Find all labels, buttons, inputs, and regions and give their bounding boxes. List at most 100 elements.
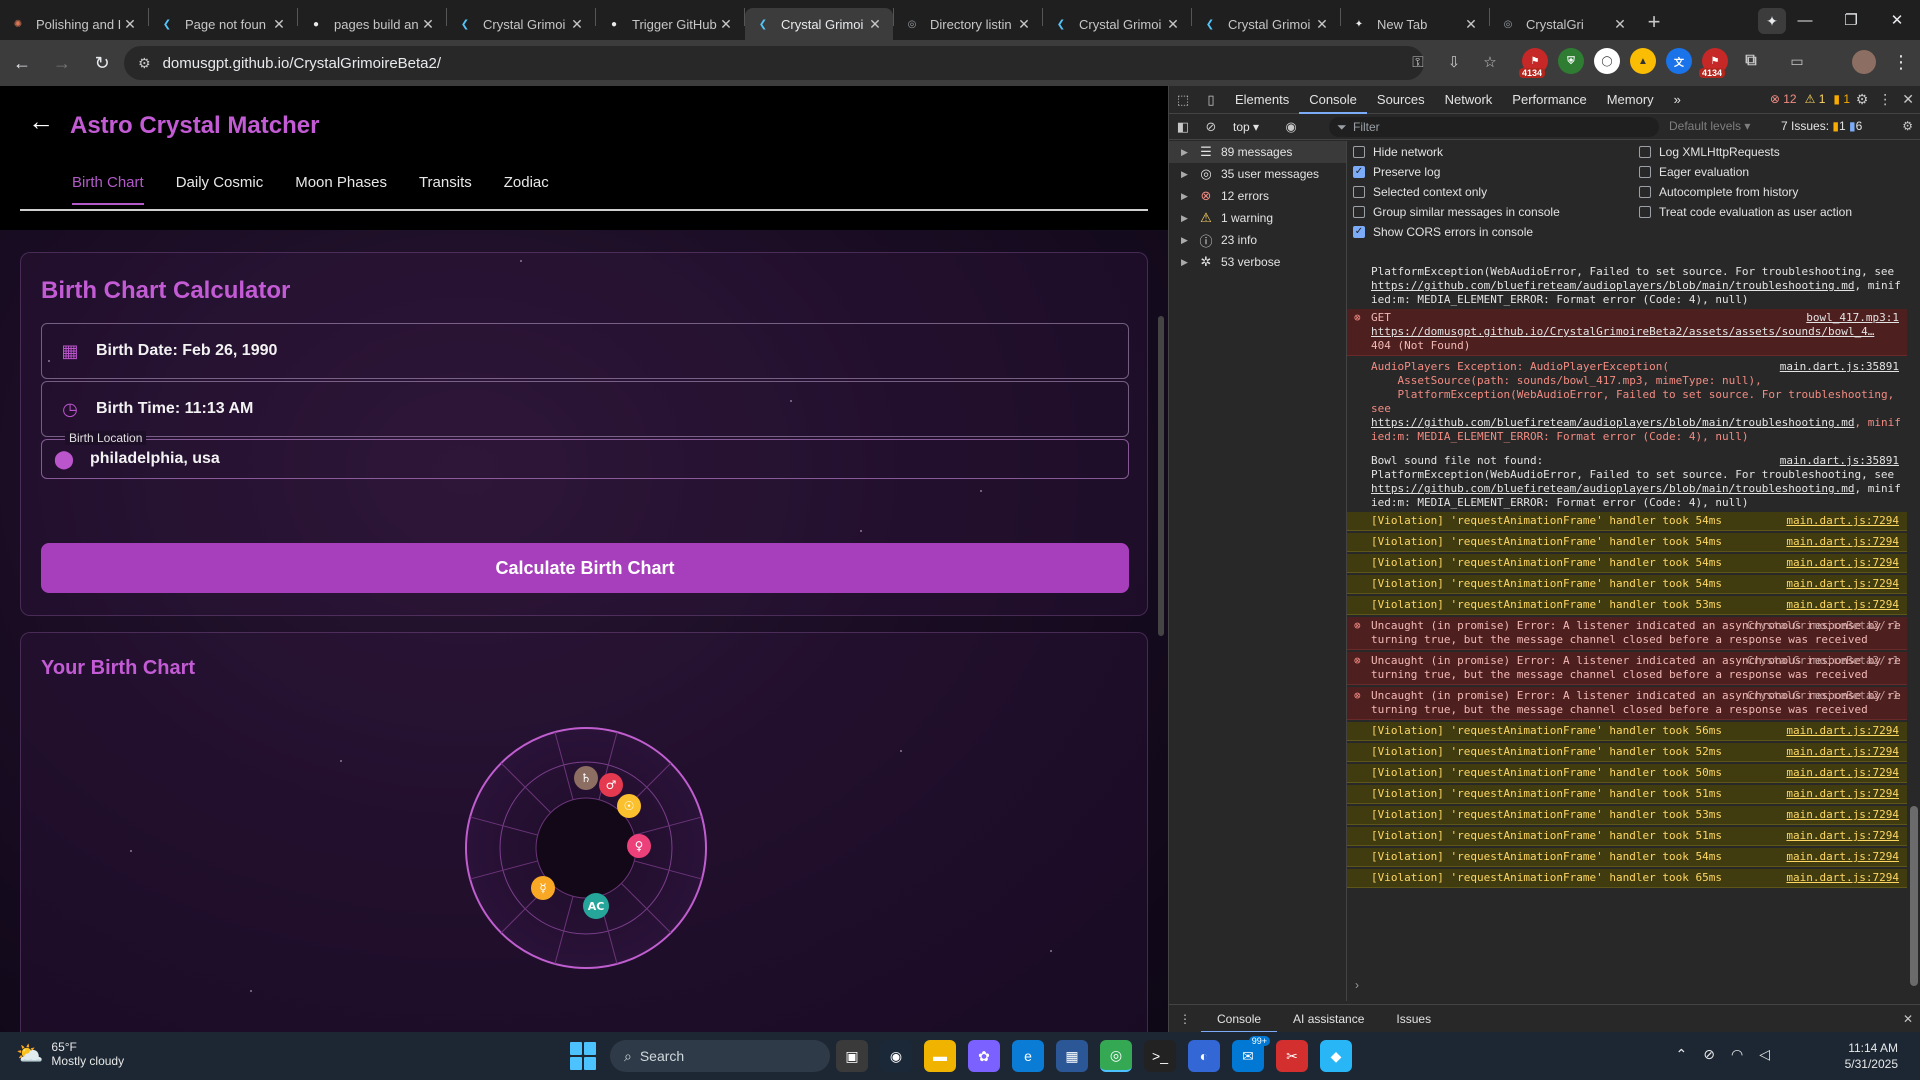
treat-code-eval-checkbox[interactable]: Treat code evaluation as user action [1639,205,1852,219]
browser-tab[interactable]: ❮ Crystal Grimoi ✕ [1192,8,1340,40]
volume-icon[interactable]: ◁ [1759,1046,1770,1063]
network-off-icon[interactable]: ⊘ [1703,1046,1715,1063]
tab-close-icon[interactable]: ✕ [1165,16,1181,33]
app-icon[interactable]: ◐ [1188,1040,1220,1072]
store-icon[interactable]: ▦ [1056,1040,1088,1072]
drive-extension-icon[interactable]: ▲ [1630,48,1656,74]
browser-tab[interactable]: ✺ Polishing and I ✕ [0,8,148,40]
windows-start-icon[interactable] [570,1042,598,1070]
install-app-icon[interactable]: ⇩ [1441,50,1467,76]
birth-location-input[interactable]: ⬤ philadelphia, usa [41,439,1129,479]
source-link[interactable]: main.dart.js:7294 [1786,598,1899,612]
preserve-log-checkbox[interactable]: ✓ Preserve log [1353,165,1440,179]
issues-button[interactable]: 7 Issues: ▮1 ▮6 [1781,119,1862,133]
console-settings-icon[interactable]: ⚙ [1902,119,1913,133]
device-toolbar-icon[interactable]: ▯ [1197,92,1225,108]
troubleshooting-link[interactable]: https://github.com/bluefireteam/audiopla… [1371,482,1854,495]
sidebar-item-verbose[interactable]: ▶ ✲ 53 verbose [1169,251,1346,273]
extension-badge-icon-2[interactable]: ⚑ 4134 [1699,48,1728,78]
tab-close-icon[interactable]: ✕ [569,16,585,33]
sidebar-item-warnings[interactable]: ▶ ⚠ 1 warning [1169,207,1346,229]
tab-moon-phases[interactable]: Moon Phases [295,174,387,205]
taskbar-search[interactable]: ⌕ Search [610,1040,830,1072]
source-link[interactable]: main.dart.js:7294 [1786,766,1899,780]
source-link[interactable]: CrystalGrimoireBeta2/:1 [1747,689,1899,703]
venus-marker[interactable]: ♀ [627,834,651,858]
source-link[interactable]: main.dart.js:7294 [1786,577,1899,591]
source-link[interactable]: main.dart.js:7294 [1786,514,1899,528]
weather-widget[interactable]: ⛅ 65°F Mostly cloudy [16,1040,124,1068]
tab-elements[interactable]: Elements [1225,86,1299,114]
inspect-element-icon[interactable]: ⬚ [1169,92,1197,108]
back-icon[interactable]: ← [4,53,40,74]
browser-tab[interactable]: ❮ Page not foun ✕ [149,8,297,40]
console-prompt[interactable]: › [1355,978,1359,992]
drawer-tab-console[interactable]: Console [1201,1005,1278,1033]
tab-close-icon[interactable]: ✕ [1463,16,1479,33]
terminal-icon[interactable]: >_ [1144,1040,1176,1072]
source-link[interactable]: main.dart.js:7294 [1786,724,1899,738]
source-link[interactable]: CrystalGrimoireBeta2/:1 [1747,654,1899,668]
calculate-birth-chart-button[interactable]: Calculate Birth Chart [41,543,1129,593]
eager-eval-checkbox[interactable]: Eager evaluation [1639,165,1749,179]
live-expression-eye-icon[interactable]: ◉ [1277,119,1305,135]
log-levels-dropdown[interactable]: Default levels ▾ [1669,119,1750,133]
snipping-tool-icon[interactable]: ✂ [1276,1040,1308,1072]
app-scrollbar[interactable] [1158,316,1164,636]
browser-tab[interactable]: ❮ Crystal Grimoi ✕ [447,8,595,40]
tab-transits[interactable]: Transits [419,174,472,205]
source-link[interactable]: main.dart.js:7294 [1786,535,1899,549]
source-link[interactable]: bowl_417.mp3:1 [1806,311,1899,325]
tab-close-icon[interactable]: ✕ [271,16,287,33]
bookmark-star-icon[interactable]: ☆ [1477,50,1503,76]
troubleshooting-link[interactable]: https://github.com/bluefireteam/audiopla… [1371,416,1854,429]
group-similar-checkbox[interactable]: Group similar messages in console [1353,205,1560,219]
tab-sources[interactable]: Sources [1367,86,1435,114]
clock[interactable]: 11:14 AM 5/31/2025 [1845,1040,1898,1072]
browser-tab[interactable]: ✦ New Tab ✕ [1341,8,1489,40]
show-cors-checkbox[interactable]: ✓ Show CORS errors in console [1353,225,1533,239]
scroll-thumb[interactable] [1910,806,1918,986]
password-key-icon[interactable]: ⚿ [1405,50,1431,76]
source-link[interactable]: main.dart.js:7294 [1786,787,1899,801]
browser-menu-icon[interactable]: ⋮ [1892,52,1910,73]
tab-memory[interactable]: Memory [1597,86,1664,114]
clear-console-icon[interactable]: ⊘ [1197,119,1225,135]
tab-daily-cosmic[interactable]: Daily Cosmic [176,174,264,205]
browser-tab[interactable]: ◎ Directory listin ✕ [894,8,1042,40]
mars-marker[interactable]: ♂ [599,773,623,797]
browser-tab[interactable]: ❮ Crystal Grimoi ✕ [1043,8,1191,40]
mail-icon[interactable]: ✉ 99+ [1232,1036,1270,1072]
source-link[interactable]: main.dart.js:7294 [1786,556,1899,570]
reload-icon[interactable]: ↻ [84,53,120,74]
browser-tab[interactable]: ● pages build an ✕ [298,8,446,40]
source-link[interactable]: main.dart.js:7294 [1786,808,1899,822]
forward-icon[interactable]: → [44,53,80,74]
hide-network-checkbox[interactable]: Hide network [1353,145,1443,159]
source-link[interactable]: main.dart.js:35891 [1780,360,1899,374]
drawer-close-icon[interactable]: ✕ [1903,1012,1913,1026]
side-panel-icon[interactable]: ▭ [1784,48,1810,74]
task-view-icon[interactable]: ▣ [836,1040,868,1072]
shield-extension-icon[interactable]: ⛨ [1558,48,1584,74]
tab-close-icon[interactable]: ✕ [122,16,138,33]
more-tabs-icon[interactable]: » [1664,86,1691,114]
drawer-tab-issues[interactable]: Issues [1380,1005,1447,1033]
site-info-icon[interactable]: ⚙ [138,55,151,72]
new-tab-button[interactable]: + [1638,9,1670,35]
source-link[interactable]: main.dart.js:7294 [1786,871,1899,885]
sidebar-item-user-messages[interactable]: ▶ ◎ 35 user messages [1169,163,1346,185]
tab-birth-chart[interactable]: Birth Chart [72,174,144,205]
devtools-close-icon[interactable]: ✕ [1902,91,1914,108]
console-filter-input[interactable]: ⏷ Filter [1329,117,1659,137]
extension-badge-icon[interactable]: ⚑ 4134 [1519,48,1548,78]
ascendant-marker[interactable]: AC [583,893,609,919]
tab-close-icon[interactable]: ✕ [1314,16,1330,33]
translate-extension-icon[interactable]: 文 [1666,48,1692,74]
log-xhr-checkbox[interactable]: Log XMLHttpRequests [1639,145,1780,159]
context-select[interactable]: top ▾ [1233,120,1277,134]
source-link[interactable]: main.dart.js:7294 [1786,829,1899,843]
tab-performance[interactable]: Performance [1502,86,1596,114]
source-link[interactable]: main.dart.js:7294 [1786,850,1899,864]
source-link[interactable]: main.dart.js:7294 [1786,745,1899,759]
